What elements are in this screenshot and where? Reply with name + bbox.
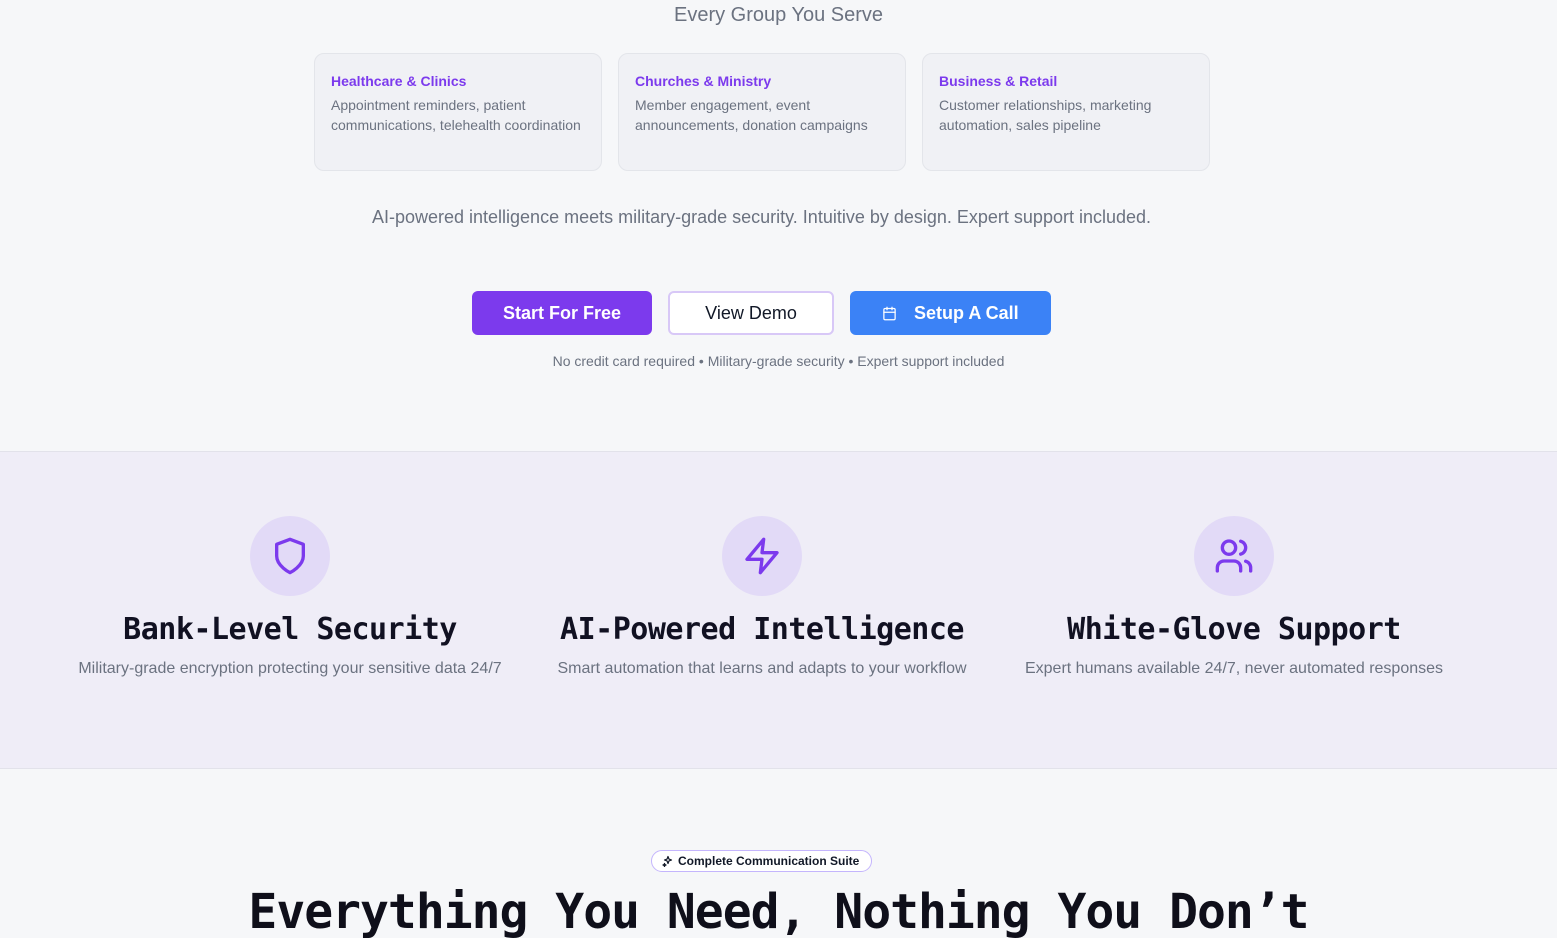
suite-badge: Complete Communication Suite bbox=[651, 850, 872, 872]
group-card-title: Healthcare & Clinics bbox=[331, 73, 467, 89]
group-card-description: Customer relationships, marketing automa… bbox=[939, 97, 1152, 133]
group-card-churches: Churches & Ministry Member engagement, e… bbox=[618, 53, 906, 171]
suite-badge-label: Complete Communication Suite bbox=[678, 854, 860, 868]
feature-description: Expert humans available 24/7, never auto… bbox=[1024, 660, 1444, 677]
group-card-business: Business & Retail Customer relationships… bbox=[922, 53, 1210, 171]
group-card-healthcare: Healthcare & Clinics Appointment reminde… bbox=[314, 53, 602, 171]
section-subtitle: Every Group You Serve bbox=[673, 4, 883, 26]
feature-icon-circle bbox=[250, 516, 330, 596]
cta-row: Start For Free View Demo Setup A Call bbox=[0, 291, 1557, 335]
group-card-title: Churches & Ministry bbox=[635, 73, 772, 89]
group-cards: Healthcare & Clinics Appointment reminde… bbox=[314, 53, 1210, 171]
feature-ai: AI-Powered Intelligence Smart automation… bbox=[526, 452, 998, 770]
page: Every Group You Serve Healthcare & Clini… bbox=[0, 0, 1557, 938]
sparkle-icon bbox=[662, 855, 673, 867]
lightning-icon bbox=[745, 537, 779, 575]
shield-icon bbox=[275, 537, 305, 575]
feature-security: Bank-Level Security Military-grade encry… bbox=[54, 452, 526, 770]
setup-call-label: Setup A Call bbox=[914, 303, 1019, 323]
feature-title: White-Glove Support bbox=[1067, 612, 1401, 647]
feature-description: Smart automation that learns and adapts … bbox=[557, 660, 967, 677]
hero-tagline: AI-powered intelligence meets military-g… bbox=[371, 207, 1152, 227]
feature-description: Military-grade encryption protecting you… bbox=[78, 660, 502, 677]
calendar-icon bbox=[883, 306, 896, 321]
hero-section: Every Group You Serve Healthcare & Clini… bbox=[0, 0, 1557, 452]
features-band: Bank-Level Security Military-grade encry… bbox=[0, 451, 1557, 769]
users-icon bbox=[1215, 539, 1253, 573]
feature-icon-circle bbox=[1194, 516, 1274, 596]
suite-heading: Everything You Need, Nothing You Don’t bbox=[248, 884, 1309, 938]
feature-title: Bank-Level Security bbox=[123, 612, 457, 647]
suite-section: Complete Communication Suite Everything … bbox=[0, 769, 1557, 938]
group-card-title: Business & Retail bbox=[939, 73, 1058, 89]
fine-print: No credit card required • Military-grade… bbox=[552, 353, 1005, 369]
setup-call-button[interactable]: Setup A Call bbox=[850, 291, 1051, 335]
feature-support: White-Glove Support Expert humans availa… bbox=[998, 452, 1470, 770]
group-card-description: Member engagement, event announcements, … bbox=[635, 97, 868, 133]
group-card-description: Appointment reminders, patient communica… bbox=[331, 97, 581, 133]
feature-title: AI-Powered Intelligence bbox=[560, 612, 964, 647]
start-for-free-button[interactable]: Start For Free bbox=[472, 291, 652, 335]
feature-icon-circle bbox=[722, 516, 802, 596]
view-demo-button[interactable]: View Demo bbox=[668, 291, 834, 335]
